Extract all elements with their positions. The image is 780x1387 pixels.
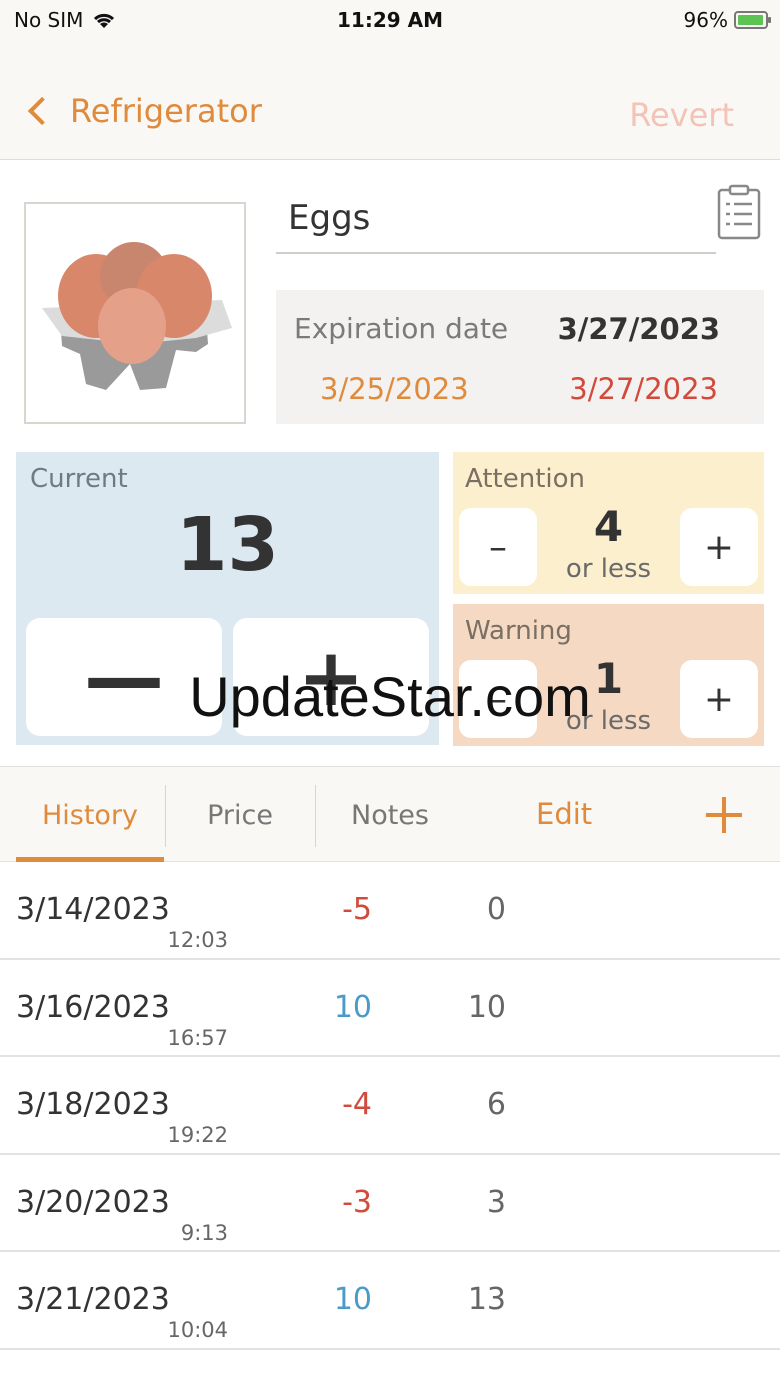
back-button[interactable]: Refrigerator	[24, 92, 262, 130]
expiration-low-date: 3/25/2023	[320, 372, 469, 406]
expiration-panel[interactable]: Expiration date 3/27/2023 3/25/2023 3/27…	[276, 290, 764, 424]
history-row[interactable]: 3/20/2023 9:13 -3 3	[0, 1154, 780, 1253]
expiration-label: Expiration date	[294, 312, 509, 345]
history-total: 0	[486, 892, 506, 927]
status-time: 11:29 AM	[336, 8, 443, 32]
clipboard-icon[interactable]	[716, 184, 762, 240]
history-date: 3/16/2023	[16, 989, 170, 1025]
history-total: 13	[467, 1282, 506, 1318]
history-date: 3/18/2023	[16, 1087, 170, 1123]
history-time: 12:03	[167, 928, 228, 952]
tab-price[interactable]: Price	[166, 785, 314, 845]
history-row[interactable]: 3/21/2023 10:04 10 13	[0, 1252, 780, 1350]
tab-history[interactable]: History	[16, 785, 164, 845]
expiration-high-date: 3/27/2023	[569, 372, 718, 406]
expiration-date[interactable]: 3/27/2023	[558, 312, 720, 346]
watermark: UpdateStar.com	[189, 665, 591, 728]
status-bar: No SIM 11:29 AM 96%	[0, 0, 780, 44]
tab-notes[interactable]: Notes	[316, 785, 464, 845]
nav-bar: Refrigerator Revert	[0, 44, 780, 160]
battery: 96%	[683, 8, 771, 32]
history-time: 19:22	[167, 1123, 228, 1148]
battery-percent: 96%	[683, 8, 728, 32]
history-list: 3/14/2023 12:03 -5 0 3/16/2023 16:57 10 10 3/18/…	[0, 862, 780, 1350]
current-label: Current	[30, 464, 128, 494]
revert-button[interactable]: Revert	[629, 96, 734, 134]
attention-decrement-button[interactable]: –	[459, 508, 537, 586]
history-date: 3/20/2023	[16, 1184, 170, 1220]
history-row[interactable]: 3/18/2023 19:22 -4 6	[0, 1057, 780, 1155]
history-delta: -4	[342, 1087, 372, 1123]
history-time: 16:57	[167, 1025, 228, 1050]
attention-increment-button[interactable]: +	[680, 508, 758, 586]
history-row[interactable]: 3/16/2023 16:57 10 10	[0, 959, 780, 1058]
history-delta: 10	[333, 1282, 372, 1318]
history-total: 10	[467, 989, 506, 1025]
history-row[interactable]: 3/14/2023 12:03 -5 0	[0, 862, 780, 960]
egg-carton-image	[42, 242, 232, 390]
history-total: 6	[486, 1087, 506, 1123]
history-delta: -3	[342, 1184, 372, 1220]
add-icon[interactable]	[704, 795, 744, 835]
history-date: 3/21/2023	[16, 1282, 170, 1318]
warning-label: Warning	[465, 616, 572, 646]
item-name-field[interactable]: Eggs	[276, 190, 716, 254]
history-delta: 10	[333, 989, 372, 1025]
item-photo[interactable]	[24, 202, 246, 424]
tab-bar: History Price Notes Edit	[0, 766, 780, 862]
history-total: 3	[486, 1184, 506, 1220]
history-date: 3/14/2023	[16, 892, 170, 927]
chevron-left-icon	[27, 96, 57, 126]
current-value: 13	[176, 502, 279, 588]
history-time: 10:04	[167, 1318, 228, 1343]
attention-label: Attention	[465, 464, 585, 494]
history-delta: -5	[342, 892, 372, 927]
edit-button[interactable]: Edit	[536, 797, 592, 831]
battery-icon	[734, 11, 771, 29]
history-time: 9:13	[180, 1220, 228, 1245]
back-label: Refrigerator	[70, 92, 262, 130]
attention-panel: Attention 4 or less – +	[453, 452, 764, 594]
